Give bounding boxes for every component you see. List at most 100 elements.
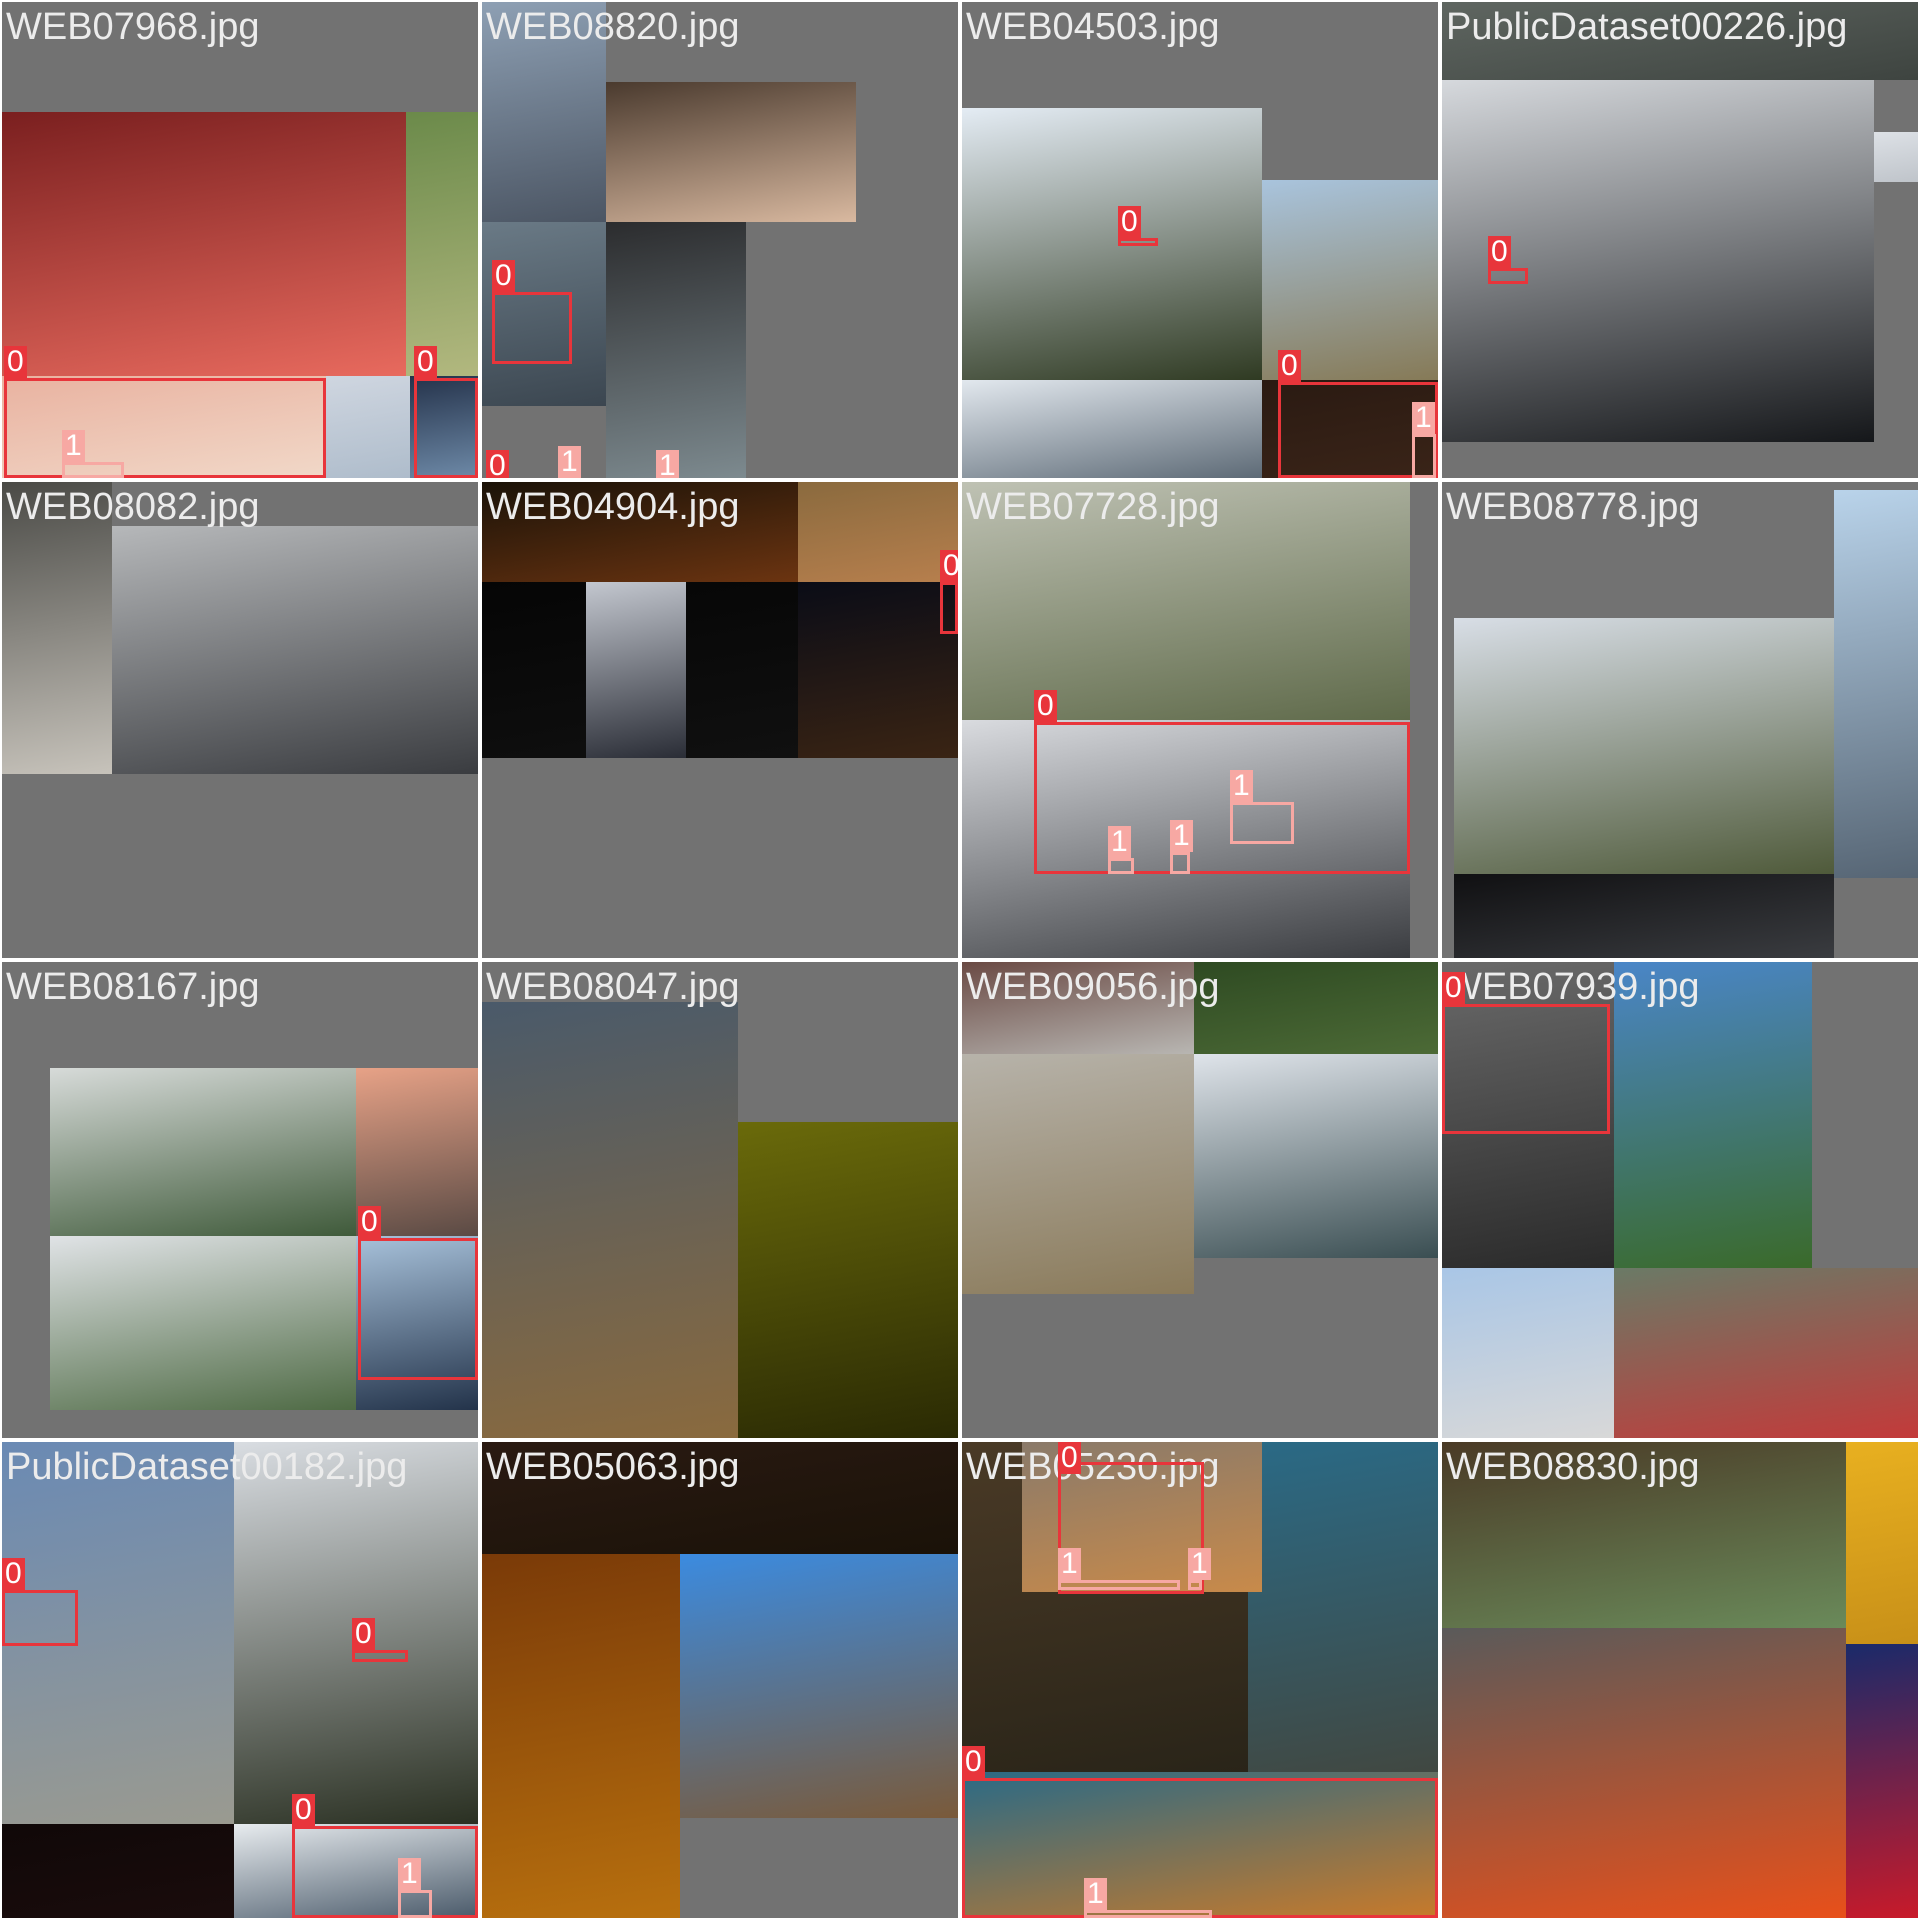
class-label: 0 [1058,1442,1081,1474]
mosaic-cell: PublicDataset00226.jpg 0 [1442,2,1918,478]
bounding-box [1188,1580,1202,1590]
mosaic-cell: WEB04503.jpg 0 0 1 [962,2,1438,478]
mosaic-cell: WEB04904.jpg 0 [482,482,958,958]
bounding-box [1108,858,1134,874]
mosaic-cell: WEB09056.jpg [962,962,1438,1438]
photo-tile [1614,1268,1918,1438]
bounding-box [492,292,572,364]
class-label: 1 [558,446,581,478]
image-filename: WEB08820.jpg [486,6,740,48]
class-label: 0 [358,1206,381,1238]
photo-tile [1194,1054,1438,1258]
image-filename: WEB08047.jpg [486,966,740,1008]
mosaic-cell: WEB08820.jpg 0 0 1 1 [482,2,958,478]
image-filename: WEB04904.jpg [486,486,740,528]
photo-tile [2,1824,234,1918]
bounding-box [1488,268,1528,284]
photo-tile [2,112,406,376]
class-label: 0 [486,450,509,478]
class-label: 1 [62,430,85,462]
mosaic-cell: WEB08082.jpg [2,482,478,958]
bounding-box [940,582,958,634]
image-filename: WEB08778.jpg [1446,486,1700,528]
class-label: 0 [352,1618,375,1650]
mosaic-cell: WEB07728.jpg 0 1 1 1 [962,482,1438,958]
photo-tile [50,1068,356,1236]
class-label: 0 [1118,206,1141,238]
class-label: 0 [1488,236,1511,268]
photo-tile [586,582,686,758]
image-filename: WEB09056.jpg [966,966,1220,1008]
bounding-box [358,1238,478,1380]
mosaic-cell: WEB05063.jpg [482,1442,958,1918]
class-label: 1 [1084,1878,1107,1910]
photo-tile [1442,1268,1614,1438]
class-label: 1 [656,450,679,478]
class-label: 1 [1188,1548,1211,1580]
photo-tile [798,482,958,582]
mosaic-cell: WEB08778.jpg [1442,482,1918,958]
photo-tile [680,1554,958,1818]
class-label: 0 [4,346,27,378]
photo-tile [606,222,746,478]
photo-tile [482,1002,738,1438]
photo-tile [1846,1644,1918,1918]
class-label: 1 [1058,1548,1081,1580]
bounding-box [352,1650,408,1662]
image-filename: WEB07728.jpg [966,486,1220,528]
class-label: 0 [414,346,437,378]
bounding-box [414,378,478,478]
image-filename: WEB05063.jpg [486,1446,740,1488]
class-label: 0 [292,1794,315,1826]
photo-tile [738,1122,958,1438]
image-filename: WEB07968.jpg [6,6,260,48]
photo-tile [1874,132,1918,182]
photo-tile [962,380,1262,478]
class-label: 0 [940,550,958,582]
image-filename: PublicDataset00182.jpg [6,1446,408,1488]
image-filename: PublicDataset00226.jpg [1446,6,1848,48]
class-label: 1 [1170,820,1193,852]
mosaic-cell: PublicDataset00182.jpg 0 0 0 1 [2,1442,478,1918]
class-label: 1 [1230,770,1253,802]
bounding-box [1034,722,1410,874]
mosaic-grid: WEB07968.jpg 0 0 1 WEB08820.jpg 0 0 1 1 WEB04503.… [0,0,1920,1920]
photo-tile [798,582,958,758]
bounding-box [292,1826,478,1918]
image-filename: WEB08167.jpg [6,966,260,1008]
bounding-box [962,1778,1438,1918]
photo-tile [326,376,410,478]
photo-tile [606,82,856,222]
photo-tile [482,1554,680,1918]
photo-tile [1846,1442,1918,1644]
bounding-box [1084,1910,1212,1918]
photo-tile [1454,874,1834,958]
mosaic-cell: WEB08167.jpg 0 [2,962,478,1438]
mosaic-cell: WEB07939.jpg 0 [1442,962,1918,1438]
class-label: 0 [1034,690,1057,722]
image-filename: WEB08082.jpg [6,486,260,528]
photo-tile [962,1054,1194,1294]
image-filename: WEB08830.jpg [1446,1446,1700,1488]
photo-tile [112,526,478,774]
mosaic-cell: WEB08830.jpg [1442,1442,1918,1918]
bounding-box [398,1890,432,1918]
bounding-box [2,1590,78,1646]
class-label: 0 [962,1746,985,1778]
bounding-box [1412,434,1436,478]
class-label: 0 [1278,350,1301,382]
photo-tile [962,108,1262,380]
bounding-box [1170,852,1190,874]
photo-tile [50,1236,356,1410]
mosaic-cell: WEB08047.jpg [482,962,958,1438]
bounding-box [1442,1004,1610,1134]
bounding-box [1058,1580,1180,1590]
class-label: 1 [398,1858,421,1890]
photo-tile [406,112,478,376]
class-label: 1 [1108,826,1131,858]
bounding-box [62,462,124,478]
bounding-box [1230,802,1294,844]
bounding-box [1118,238,1158,246]
class-label: 0 [492,260,515,292]
photo-tile [1834,490,1918,878]
